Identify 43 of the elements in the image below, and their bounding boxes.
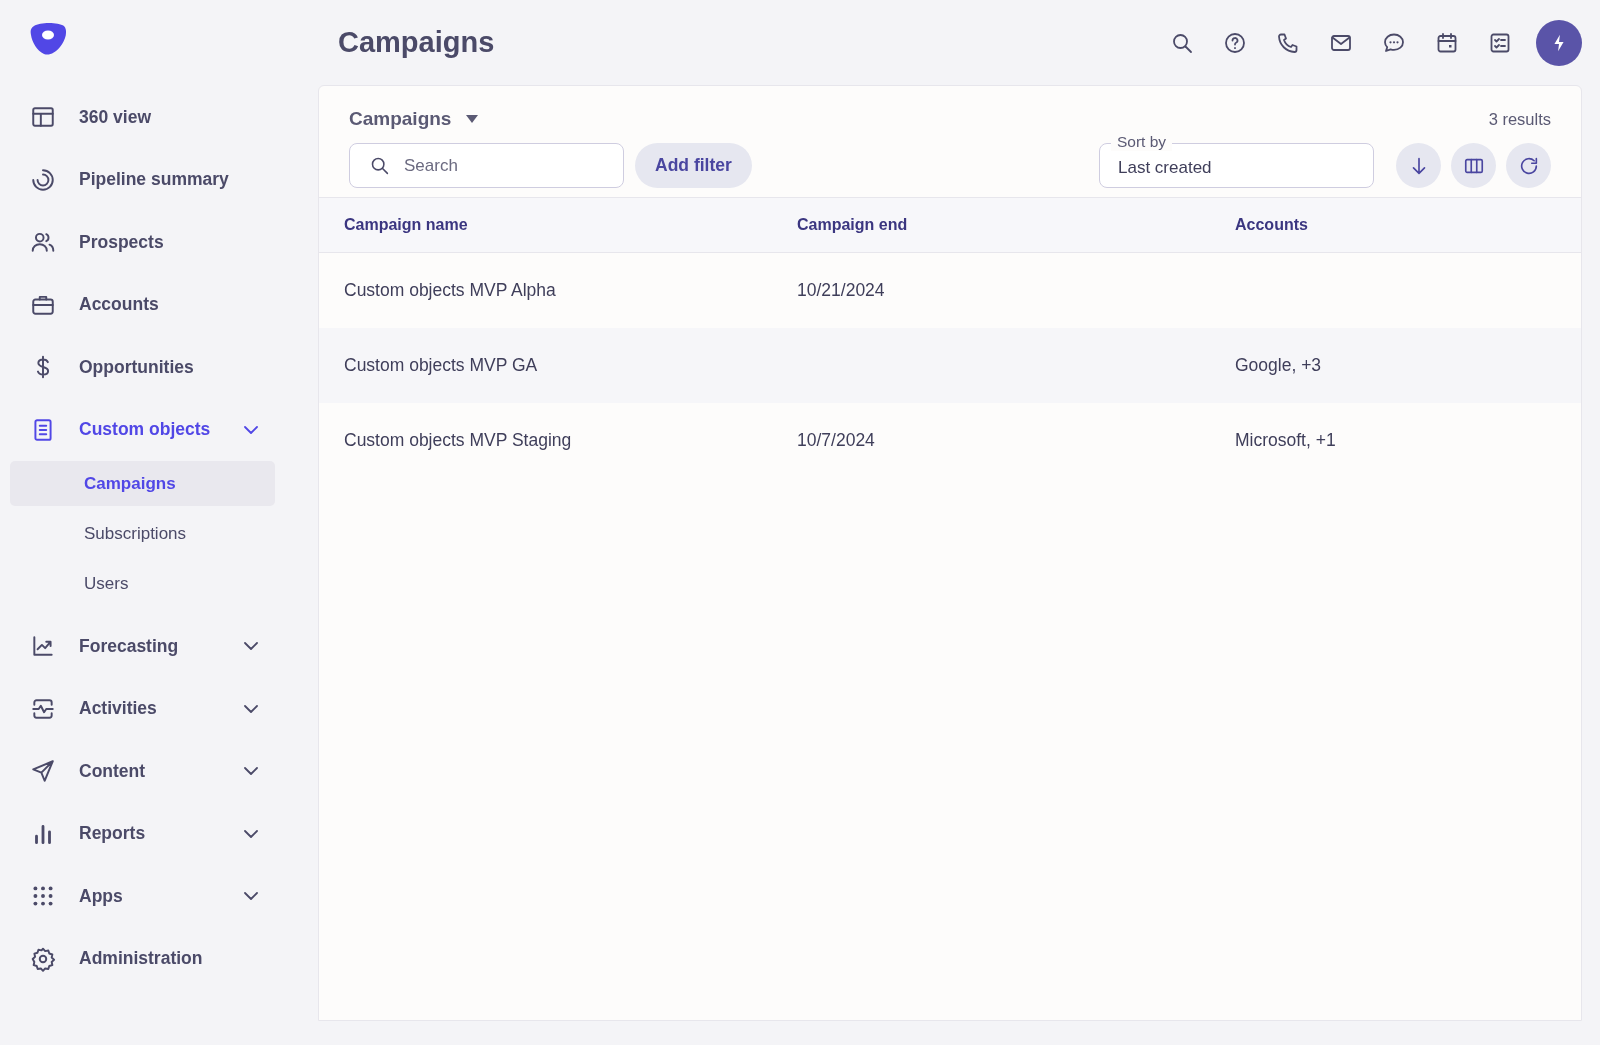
calendar-icon[interactable] bbox=[1435, 30, 1459, 55]
table-cell: 10/7/2024 bbox=[772, 403, 1210, 478]
sidebar-item[interactable]: Content bbox=[0, 740, 278, 803]
sidebar-item[interactable]: Apps bbox=[0, 865, 278, 928]
field-label: Sort by bbox=[1111, 133, 1173, 151]
search-field[interactable]: Search bbox=[349, 143, 624, 188]
table-cell: Custom objects MVP GA bbox=[319, 328, 772, 403]
view-selector[interactable]: Campaigns bbox=[349, 108, 480, 130]
sidebar-item[interactable]: Opportunities bbox=[0, 336, 278, 399]
table-cell: Google, +3 bbox=[1210, 328, 1581, 403]
sidebar-subitem[interactable]: Subscriptions bbox=[10, 511, 275, 556]
sidebar-item[interactable]: Pipeline summary bbox=[0, 148, 278, 211]
caret-icon bbox=[465, 114, 480, 124]
table-cell: 10/21/2024 bbox=[772, 252, 1210, 328]
sidebar-item[interactable]: 360 view bbox=[0, 86, 278, 149]
search-icon bbox=[369, 155, 390, 176]
quick-action-button[interactable] bbox=[1536, 19, 1582, 66]
column-header[interactable]: Campaign end bbox=[772, 197, 1210, 253]
columns-button[interactable] bbox=[1451, 143, 1496, 188]
page-title: Campaigns bbox=[338, 26, 496, 59]
column-header[interactable]: Accounts bbox=[1210, 197, 1581, 253]
settings-icon bbox=[30, 945, 56, 972]
sidebar-item[interactable]: Activities bbox=[0, 677, 278, 740]
sidebar-item[interactable]: Prospects bbox=[0, 211, 278, 274]
sidebar-subitem[interactable]: Campaigns bbox=[10, 461, 275, 506]
sidebar-item[interactable]: Reports bbox=[0, 802, 278, 865]
sidebar-item[interactable]: Accounts bbox=[0, 273, 278, 336]
column-header[interactable]: Campaign name bbox=[319, 197, 772, 253]
sidebar-item[interactable]: Forecasting bbox=[0, 615, 278, 678]
help-icon[interactable] bbox=[1223, 30, 1247, 55]
table-cell: Custom objects MVP Alpha bbox=[319, 252, 772, 328]
sidebar-subitem[interactable]: Users bbox=[10, 561, 275, 606]
logo-icon[interactable] bbox=[30, 22, 68, 56]
table-cell: Custom objects MVP Staging bbox=[319, 403, 772, 478]
spiral-icon bbox=[30, 166, 56, 193]
sidebar-item[interactable]: Administration bbox=[0, 927, 278, 990]
table-cell: Microsoft, +1 bbox=[1210, 403, 1581, 478]
sidebar-item[interactable]: Custom objects bbox=[0, 398, 278, 461]
sort-direction-button[interactable] bbox=[1396, 143, 1441, 188]
paper-plane-icon bbox=[30, 758, 56, 785]
add-filter-button[interactable]: Add filter bbox=[635, 143, 752, 188]
refresh-button[interactable] bbox=[1506, 143, 1551, 188]
result-count: 3 results bbox=[1488, 109, 1551, 129]
